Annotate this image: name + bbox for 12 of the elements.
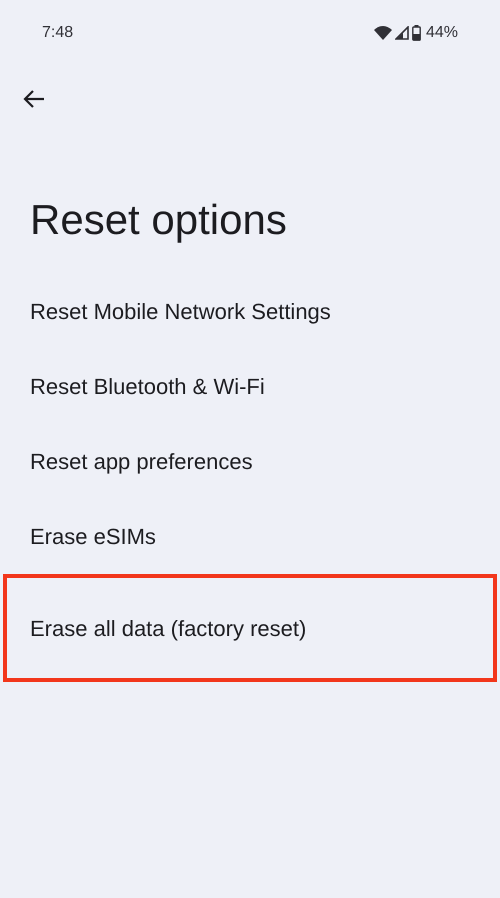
reset-option[interactable]: Erase eSIMs <box>0 499 500 574</box>
back-arrow-icon <box>23 89 45 109</box>
reset-option[interactable]: Reset app preferences <box>0 424 500 499</box>
reset-option[interactable]: Reset Mobile Network Settings <box>0 274 500 349</box>
reset-option[interactable]: Erase all data (factory reset) <box>3 574 497 682</box>
signal-icon <box>394 26 409 40</box>
battery-percent: 44% <box>426 23 458 43</box>
status-time: 7:48 <box>42 23 74 43</box>
reset-option[interactable]: Reset Bluetooth & Wi-Fi <box>0 349 500 424</box>
wifi-icon <box>374 26 392 40</box>
battery-icon <box>412 25 421 41</box>
page-title: Reset options <box>29 195 288 245</box>
